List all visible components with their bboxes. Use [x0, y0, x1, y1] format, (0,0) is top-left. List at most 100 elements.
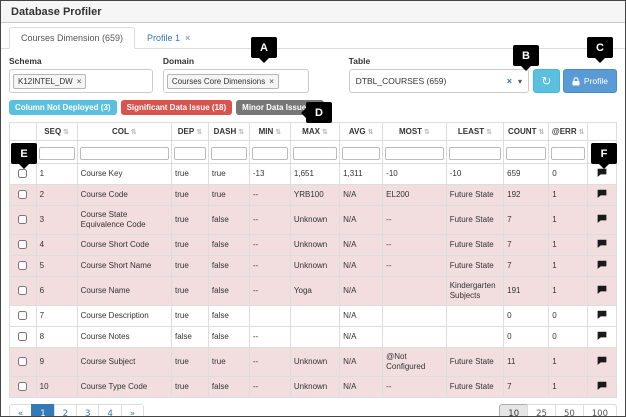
profile-button-label: Profile [584, 76, 608, 86]
table-row[interactable]: 10 Course Type Code true false -- Unknow… [10, 377, 617, 398]
clear-table-icon[interactable]: × [507, 76, 512, 86]
table-row[interactable]: 4 Course Short Code true false -- Unknow… [10, 235, 617, 256]
refresh-icon: ↻ [541, 74, 551, 88]
comment-icon[interactable] [597, 285, 607, 294]
table-row[interactable]: 3 Course State Equivalence Code true fal… [10, 206, 617, 235]
cell-max: YRB100 [290, 185, 339, 206]
cell-seq: 8 [36, 327, 77, 348]
cell-min: -- [249, 348, 290, 377]
database-profiler-window: Database Profiler Courses Dimension (659… [0, 0, 626, 417]
cell-col: Course Short Code [77, 235, 171, 256]
page-button-3[interactable]: 3 [76, 404, 99, 417]
page-size-button-100[interactable]: 100 [583, 404, 617, 417]
table-row[interactable]: 6 Course Name true false -- Yoga N/A Kin… [10, 277, 617, 306]
column-header-dep[interactable]: DEP⇅ [171, 123, 208, 141]
filter-input-most[interactable] [385, 147, 444, 160]
filter-input-count[interactable] [506, 147, 546, 160]
row-checkbox[interactable] [18, 261, 27, 270]
prev-page-button[interactable]: « [9, 404, 32, 417]
lock-icon [572, 77, 580, 86]
comment-icon[interactable] [597, 381, 607, 390]
cell-avg: N/A [340, 306, 383, 327]
column-header-least[interactable]: LEAST⇅ [446, 123, 503, 141]
comment-icon[interactable] [597, 239, 607, 248]
filter-input-seq[interactable] [39, 147, 75, 160]
schema-input[interactable]: K12INTEL_DW × [9, 69, 153, 93]
row-checkbox[interactable] [18, 382, 27, 391]
close-tab-icon[interactable]: × [185, 33, 190, 43]
filter-badge-column-not-deployed-3[interactable]: Column Not Deployed (3) [9, 100, 117, 115]
filter-badge-significant-data-issue-18[interactable]: Significant Data Issue (18) [121, 100, 233, 115]
filter-input-max[interactable] [293, 147, 337, 160]
filter-input-avg[interactable] [342, 147, 380, 160]
table-row[interactable]: 5 Course Short Name true false -- Unknow… [10, 256, 617, 277]
column-header-min[interactable]: MIN⇅ [249, 123, 290, 141]
column-header-most[interactable]: MOST⇅ [383, 123, 447, 141]
comment-icon[interactable] [597, 260, 607, 269]
cell-avg: N/A [340, 377, 383, 398]
callout-letter: B [522, 50, 530, 62]
next-page-button[interactable]: » [121, 404, 144, 417]
page-size-button-25[interactable]: 25 [527, 404, 556, 417]
column-header-count[interactable]: COUNT⇅ [504, 123, 549, 141]
cell-seq: 2 [36, 185, 77, 206]
cell-max: Unknown [290, 206, 339, 235]
table-row[interactable]: 8 Course Notes false false -- N/A 0 0 [10, 327, 617, 348]
row-checkbox[interactable] [18, 190, 27, 199]
profile-button[interactable]: Profile [563, 69, 617, 93]
row-checkbox[interactable] [18, 240, 27, 249]
column-header-avg[interactable]: AVG⇅ [340, 123, 383, 141]
comment-icon[interactable] [597, 310, 607, 319]
table-row[interactable]: 7 Course Description true false N/A 0 0 [10, 306, 617, 327]
callout-b: B [513, 45, 539, 66]
filter-input-least[interactable] [449, 147, 501, 160]
comment-icon[interactable] [597, 331, 607, 340]
page-button-1[interactable]: 1 [31, 404, 54, 417]
cell-dep: true [171, 235, 208, 256]
table-area: SEQ⇅COL⇅DEP⇅DASH⇅MIN⇅MAX⇅AVG⇅MOST⇅LEAST⇅… [1, 122, 625, 398]
page-button-2[interactable]: 2 [54, 404, 77, 417]
table-select[interactable]: DTBL_COURSES (659) × ▾ [349, 69, 529, 93]
column-header-err[interactable]: @ERR⇅ [549, 123, 588, 141]
filter-input-col[interactable] [80, 147, 169, 160]
page-button-4[interactable]: 4 [98, 404, 121, 417]
column-header-max[interactable]: MAX⇅ [290, 123, 339, 141]
sort-icon: ⇅ [486, 128, 492, 136]
table-filter-row [10, 141, 617, 164]
cell-max: Unknown [290, 235, 339, 256]
row-checkbox[interactable] [18, 311, 27, 320]
table-row[interactable]: 9 Course Subject true true -- Unknown N/… [10, 348, 617, 377]
domain-input[interactable]: Courses Core Dimensions × [163, 69, 309, 93]
callout-d: D [306, 102, 332, 123]
column-header-seq[interactable]: SEQ⇅ [36, 123, 77, 141]
refresh-button[interactable]: ↻ [533, 69, 560, 93]
row-checkbox[interactable] [18, 357, 27, 366]
row-checkbox[interactable] [18, 332, 27, 341]
cell-col: Course Type Code [77, 377, 171, 398]
row-checkbox[interactable] [18, 215, 27, 224]
filter-input-err[interactable] [551, 147, 585, 160]
cell-seq: 6 [36, 277, 77, 306]
cell-err: 1 [549, 235, 588, 256]
comment-icon[interactable] [597, 356, 607, 365]
filter-input-dep[interactable] [174, 147, 206, 160]
schema-tag: K12INTEL_DW × [13, 74, 86, 89]
row-checkbox[interactable] [18, 286, 27, 295]
tab-profile-1[interactable]: Profile 1 × [135, 27, 202, 49]
page-size-button-50[interactable]: 50 [555, 404, 584, 417]
cell-most [383, 327, 447, 348]
page-size-button-10[interactable]: 10 [499, 404, 528, 417]
comment-icon[interactable] [597, 189, 607, 198]
remove-domain-tag-icon[interactable]: × [269, 77, 274, 86]
cell-max: Unknown [290, 348, 339, 377]
column-header-dash[interactable]: DASH⇅ [208, 123, 249, 141]
column-header-col[interactable]: COL⇅ [77, 123, 171, 141]
table-row[interactable]: 1 Course Key true true -13 1,651 1,311 -… [10, 164, 617, 185]
remove-schema-tag-icon[interactable]: × [77, 77, 82, 86]
table-row[interactable]: 2 Course Code true true -- YRB100 N/A EL… [10, 185, 617, 206]
filter-input-min[interactable] [252, 147, 288, 160]
tab-courses-dimension[interactable]: Courses Dimension (659) [9, 27, 135, 49]
comment-icon[interactable] [597, 214, 607, 223]
filter-input-dash[interactable] [211, 147, 247, 160]
cell-max: Unknown [290, 377, 339, 398]
